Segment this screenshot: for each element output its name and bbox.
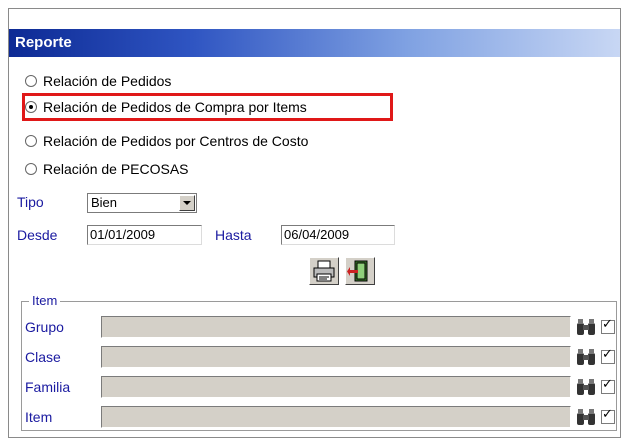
grupo-checkbox[interactable] <box>601 317 615 334</box>
binoculars-icon[interactable] <box>575 377 597 397</box>
printer-icon <box>313 260 335 282</box>
window-title: Reporte <box>15 34 72 51</box>
desde-date-input[interactable]: 01/01/2009 <box>87 225 202 245</box>
radio-label: Relación de Pedidos de Compra por Items <box>43 99 307 115</box>
tipo-selected-value: Bien <box>91 195 118 210</box>
binoculars-icon[interactable] <box>575 347 597 367</box>
radio-relacion-pedidos-centros-costo[interactable]: Relación de Pedidos por Centros de Costo <box>25 131 308 151</box>
title-bar: Reporte <box>9 29 620 57</box>
radio-button[interactable] <box>25 75 37 87</box>
chevron-down-icon[interactable] <box>179 195 195 211</box>
radio-label: Relación de Pedidos <box>43 73 172 89</box>
item-field[interactable] <box>101 406 571 428</box>
radio-button[interactable] <box>25 163 37 175</box>
item-label: Item <box>25 409 53 425</box>
radio-relacion-pedidos-compra-items[interactable]: Relación de Pedidos de Compra por Items <box>25 97 307 117</box>
binoculars-icon[interactable] <box>575 407 597 427</box>
grupo-label: Grupo <box>25 319 64 335</box>
familia-checkbox[interactable] <box>601 377 615 394</box>
grupo-field[interactable] <box>101 316 571 338</box>
hasta-label: Hasta <box>215 227 252 243</box>
familia-label: Familia <box>25 379 71 395</box>
familia-field[interactable] <box>101 376 571 398</box>
binoculars-icon[interactable] <box>575 317 597 337</box>
hasta-date-input[interactable]: 06/04/2009 <box>281 225 395 245</box>
tipo-select[interactable]: Bien <box>87 193 197 213</box>
radio-relacion-pedidos[interactable]: Relación de Pedidos <box>25 71 171 91</box>
item-group-legend: Item <box>29 293 61 308</box>
item-checkbox[interactable] <box>601 407 615 424</box>
radio-button[interactable] <box>25 135 37 147</box>
radio-relacion-pecosas[interactable]: Relación de PECOSAS <box>25 159 189 179</box>
clase-checkbox[interactable] <box>601 347 615 364</box>
exit-door-icon <box>347 260 368 282</box>
radio-label: Relación de PECOSAS <box>43 161 189 177</box>
clase-label: Clase <box>25 349 61 365</box>
clase-field[interactable] <box>101 346 571 368</box>
desde-label: Desde <box>17 227 58 243</box>
print-button[interactable] <box>309 257 339 285</box>
radio-label: Relación de Pedidos por Centros de Costo <box>43 133 309 149</box>
radio-button-selected[interactable] <box>25 101 37 113</box>
tipo-label: Tipo <box>17 194 44 210</box>
exit-button[interactable] <box>345 257 375 285</box>
report-window: Reporte Relación de Pedidos Relación de … <box>8 8 621 438</box>
